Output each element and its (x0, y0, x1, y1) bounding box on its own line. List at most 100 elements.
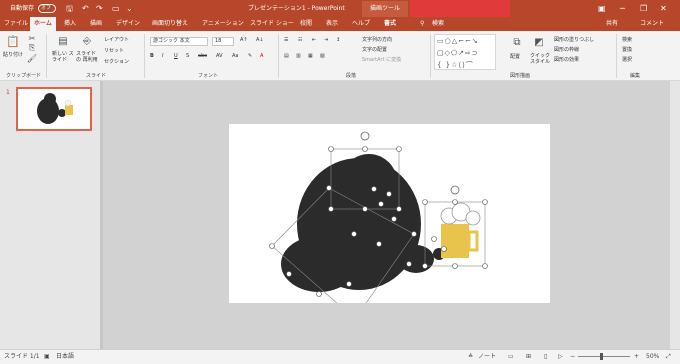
section-button[interactable]: セクション (104, 58, 129, 65)
text-direction-button[interactable]: 文字列の方向 (362, 36, 392, 43)
case-icon[interactable]: Aa (232, 53, 238, 59)
restore-button[interactable]: ❐ (640, 0, 647, 17)
paste-icon[interactable]: 📋 (6, 34, 20, 48)
tab-draw[interactable]: 描画 (90, 17, 102, 31)
quick-styles-icon[interactable]: ◩ (532, 35, 546, 49)
tab-slideshow[interactable]: スライド ショー (250, 17, 294, 31)
bold-icon[interactable]: B (150, 53, 154, 59)
italic-icon[interactable]: I (162, 53, 163, 59)
reuse-slide-button[interactable]: スライドの 再利用 (76, 51, 98, 63)
slide-canvas[interactable] (229, 124, 550, 320)
slide-editor (103, 81, 680, 349)
highlight-icon[interactable]: ✎ (248, 53, 252, 59)
format-painter-icon[interactable]: 🖌 (27, 54, 37, 63)
tab-view[interactable]: 表示 (326, 17, 338, 31)
justify-icon[interactable]: ▧ (320, 53, 325, 59)
search-box[interactable]: 検索 (432, 17, 444, 31)
quick-styles-button[interactable]: クイック スタイル (530, 53, 550, 65)
tab-animations[interactable]: アニメーション (202, 17, 244, 31)
font-size-select[interactable]: 18 (212, 37, 234, 46)
line-spacing-icon[interactable]: ↕ (336, 37, 340, 43)
shape-fill-button[interactable]: 図形の塗りつぶし (554, 36, 594, 43)
numbering-icon[interactable]: ☷ (298, 37, 302, 43)
layout-button[interactable]: レイアウト (104, 36, 129, 43)
spacing-icon[interactable]: AV (216, 53, 223, 59)
notes-icon[interactable]: ≙ (468, 350, 473, 364)
status-bar: スライド 1/1 ▣ 日本語 ≙ ノート ▭ ⊞ ▯ ▷ − + 50% ⤢ (0, 349, 680, 364)
clipboard-group-label: クリップボード (6, 73, 42, 79)
underline-icon[interactable]: U (174, 53, 178, 59)
replace-button[interactable]: 置換 (622, 46, 632, 53)
grow-font-icon[interactable]: A↑ (240, 37, 248, 43)
undo-icon[interactable]: ↶ (82, 0, 89, 17)
paste-button[interactable]: 貼り付け (3, 51, 23, 58)
zoom-level[interactable]: 50% (646, 350, 659, 364)
font-group-label: フォント (198, 73, 219, 79)
copy-icon[interactable]: ⎘ (28, 43, 36, 52)
autosave-toggle[interactable]: オフ (38, 4, 56, 13)
drawing-tools-context: 描画ツール (362, 1, 408, 17)
zoom-in-icon[interactable]: + (634, 350, 639, 364)
select-button[interactable]: 選択 (622, 56, 632, 63)
smartart-button[interactable]: SmartArt に変換 (362, 56, 401, 63)
tab-transitions[interactable]: 画面切り替え (152, 17, 188, 31)
reading-view-icon[interactable]: ▯ (544, 350, 547, 364)
bullets-icon[interactable]: ☰ (284, 37, 288, 43)
share-button[interactable]: 共有 (606, 17, 618, 31)
tab-help[interactable]: ヘルプ (352, 17, 370, 31)
new-slide-icon[interactable]: ▤ (56, 34, 70, 48)
tab-home[interactable]: ホーム (30, 17, 56, 31)
minimize-button[interactable]: ─ (620, 0, 625, 17)
font-color-icon[interactable]: A (260, 53, 263, 59)
align-left-icon[interactable]: ▤ (284, 53, 289, 59)
shrink-font-icon[interactable]: A↓ (256, 37, 264, 43)
align-text-button[interactable]: 文字の配置 (362, 46, 387, 53)
reset-button[interactable]: リセット (104, 47, 124, 54)
arrange-button[interactable]: 配置 (510, 53, 520, 60)
align-right-icon[interactable]: ▦ (308, 53, 313, 59)
indent-icon[interactable]: ⇤ (312, 37, 316, 43)
arrange-icon[interactable]: ⧉ (510, 35, 524, 49)
tab-insert[interactable]: 挿入 (64, 17, 76, 31)
find-button[interactable]: 検索 (622, 36, 632, 43)
gorilla-figure[interactable] (229, 124, 550, 320)
tab-review[interactable]: 校閲 (300, 17, 312, 31)
close-button[interactable]: ✕ (660, 0, 667, 17)
language-indicator[interactable]: 日本語 (56, 350, 74, 364)
ribbon-display-icon[interactable]: ▣ (598, 0, 606, 17)
strike-icon[interactable]: abc (198, 53, 207, 59)
account-area[interactable] (410, 0, 510, 17)
outdent-icon[interactable]: ⇥ (324, 37, 328, 43)
new-slide-button[interactable]: 新しい スライド (52, 51, 74, 63)
tab-design[interactable]: デザイン (116, 17, 140, 31)
tab-file[interactable]: ファイル (4, 17, 28, 31)
shapes-gallery[interactable]: ▭○△⌐⌐↘ ▢◇⬠↗⇨⊃{ }☆⟨⟩⌒ (434, 34, 496, 70)
normal-view-icon[interactable]: ▭ (508, 350, 514, 364)
align-center-icon[interactable]: ▥ (296, 53, 301, 59)
save-icon[interactable]: 🖫 (66, 0, 73, 17)
shape-effects-button[interactable]: 図形の効果 (554, 56, 579, 63)
reuse-slide-icon[interactable]: ⎆ (80, 34, 94, 48)
redo-icon[interactable]: ↷ (96, 0, 103, 17)
divider (278, 34, 279, 78)
fit-slide-icon[interactable]: ⤢ (666, 350, 671, 364)
slide-thumbnail[interactable] (16, 87, 92, 131)
zoom-out-icon[interactable]: − (570, 350, 575, 364)
notes-button[interactable]: ノート (478, 350, 496, 364)
document-title: プレゼンテーション1 - PowerPoint (248, 5, 345, 12)
comment-button[interactable]: コメント (640, 17, 664, 31)
present-icon[interactable]: ▭ (112, 0, 120, 17)
customize-qat-icon[interactable]: ⌄ (126, 0, 133, 17)
slide-sorter-icon[interactable]: ⊞ (526, 350, 531, 364)
tab-format[interactable]: 書式 (384, 17, 396, 31)
shape-outline-button[interactable]: 図形の枠線 (554, 46, 579, 53)
vertical-scrollbar[interactable] (670, 81, 680, 349)
spellcheck-icon[interactable]: ▣ (44, 350, 50, 364)
cut-icon[interactable]: ✂ (28, 34, 36, 43)
ribbon-tabs: ファイル ホーム 挿入 描画 デザイン 画面切り替え アニメーション スライド … (0, 17, 680, 31)
slideshow-view-icon[interactable]: ▷ (558, 350, 563, 364)
zoom-slider-knob[interactable] (600, 353, 603, 360)
font-name-select[interactable]: 游ゴシック 本文 (150, 37, 208, 46)
zoom-slider[interactable] (578, 356, 630, 357)
shadow-icon[interactable]: S (186, 53, 189, 59)
